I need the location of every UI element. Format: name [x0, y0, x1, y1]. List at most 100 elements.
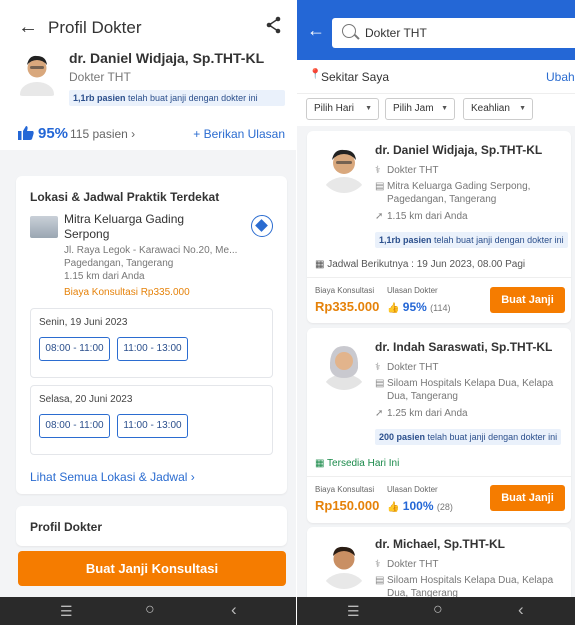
- filter-time-dropdown[interactable]: Pilih Jam ▼: [385, 98, 455, 120]
- review-score: 👍 95% (114): [387, 300, 451, 314]
- patient-count-badge: 1,1rb pasien telah buat janji dengan dok…: [69, 90, 285, 106]
- schedule-day: Selasa, 20 Juni 2023 08:00 - 11:00 11:00…: [30, 385, 273, 455]
- see-all-locations-link[interactable]: Lihat Semua Lokasi & Jadwal ›: [30, 470, 195, 484]
- calendar-icon: ▦: [315, 259, 328, 270]
- time-slot-button[interactable]: 11:00 - 13:00: [117, 337, 188, 361]
- rating-patient-count[interactable]: 115 pasien ›: [70, 127, 135, 141]
- book-consultation-button[interactable]: Buat Janji Konsultasi: [18, 551, 286, 586]
- doctor-name: dr. Daniel Widjaja, Sp.THT-KL: [69, 50, 265, 66]
- search-icon: [342, 24, 356, 38]
- calendar-icon: ▦: [315, 458, 328, 469]
- hospital-line-1: ▤ Siloam Hospitals Kelapa Dua, Kelapa: [375, 575, 554, 586]
- hospital-line-1: ▤ Siloam Hospitals Kelapa Dua, Kelapa: [375, 378, 554, 389]
- day-label: Selasa, 20 Juni 2023: [39, 394, 133, 405]
- thumbs-up-icon: 👍: [387, 502, 400, 513]
- search-input[interactable]: [365, 24, 565, 42]
- distance-text: 1.15 km dari Anda: [64, 271, 145, 282]
- chevron-down-icon: ▼: [441, 105, 448, 112]
- consultation-price: Rp150.000: [315, 498, 380, 513]
- back-chevron-icon[interactable]: ‹: [518, 600, 524, 620]
- doctor-avatar: [17, 48, 57, 96]
- hospital-line-2: Dua, Tangerang: [387, 391, 458, 402]
- android-nav-bar: ☰ ○ ‹: [297, 597, 575, 625]
- section-title: Lokasi & Jadwal Praktik Terdekat: [30, 190, 220, 204]
- doctor-profile-section: Profil Dokter: [16, 506, 287, 546]
- doctor-avatar: [319, 537, 369, 589]
- doctor-card[interactable]: dr. Indah Saraswati, Sp.THT-KL ⚕ Dokter T…: [307, 328, 571, 523]
- time-slot-button[interactable]: 08:00 - 11:00: [39, 337, 110, 361]
- doctor-avatar: [319, 338, 369, 390]
- give-review-link[interactable]: + Berikan Ulasan: [193, 127, 285, 141]
- doctor-specialty: ⚕ Dokter THT: [375, 165, 439, 176]
- filter-row: Pilih Hari ▼ Pilih Jam ▼ Keahlian ▼: [297, 94, 575, 126]
- navigation-direction-icon[interactable]: [251, 215, 273, 237]
- price-label: Biaya Konsultasi: [315, 485, 375, 494]
- day-label: Senin, 19 Juni 2023: [39, 317, 128, 328]
- back-arrow-icon[interactable]: ←: [307, 20, 325, 41]
- doctor-search-screen: ← 📍 Sekitar Saya Ubah Pilih Hari▼ Pilih …: [297, 0, 575, 625]
- consultation-fee: Biaya Konsultasi Rp335.000: [64, 287, 190, 298]
- home-circle-icon[interactable]: ○: [145, 601, 155, 619]
- time-slot-button[interactable]: 08:00 - 11:00: [39, 414, 110, 438]
- thumbs-up-icon: [18, 126, 34, 140]
- filter-day-dropdown[interactable]: Pilih Hari ▼: [306, 98, 379, 120]
- rating-percent: 95%: [38, 125, 69, 142]
- stethoscope-icon: ⚕: [375, 559, 381, 570]
- rating-row: 95% 115 pasien › + Berikan Ulasan: [0, 118, 296, 150]
- practice-schedule-card: Lokasi & Jadwal Praktik Terdekat Mitra K…: [16, 176, 287, 494]
- next-schedule: ▦ Jadwal Berikutnya : 19 Jun 2023, 08.00…: [315, 259, 526, 270]
- patient-count-badge: 1,1rb pasien telah buat janji dengan dok…: [375, 232, 568, 248]
- hospital-icon: ▤: [375, 378, 385, 389]
- thumbs-up-icon: 👍: [387, 303, 400, 314]
- doctor-profile-screen: ← Profil Dokter dr. Daniel Widjaja, Sp.T…: [0, 0, 296, 625]
- navigation-arrow-icon: ➚: [375, 211, 384, 222]
- hospital-icon: ▤: [375, 575, 385, 586]
- page-title: Profil Dokter: [48, 18, 142, 37]
- consultation-price: Rp335.000: [315, 299, 380, 314]
- search-header: ←: [297, 0, 575, 60]
- android-nav-bar: ☰ ○ ‹: [0, 597, 296, 625]
- location-row: 📍 Sekitar Saya Ubah: [297, 60, 575, 94]
- menu-icon[interactable]: ☰: [60, 603, 73, 620]
- menu-icon[interactable]: ☰: [347, 603, 360, 620]
- location-label: Sekitar Saya: [321, 70, 390, 84]
- doctor-name: dr. Indah Saraswati, Sp.THT-KL: [375, 340, 553, 354]
- availability-text: ▦ Tersedia Hari Ini: [315, 458, 400, 469]
- time-slot-button[interactable]: 11:00 - 13:00: [117, 414, 188, 438]
- review-score: 👍 100% (28): [387, 499, 453, 513]
- doctor-name: dr. Daniel Widjaja, Sp.THT-KL: [375, 143, 543, 157]
- doctor-specialty: Dokter THT: [69, 70, 131, 84]
- chevron-down-icon: ▼: [519, 105, 526, 112]
- doctor-specialty: ⚕ Dokter THT: [375, 559, 439, 570]
- hospital-icon: ▤: [375, 181, 385, 192]
- review-label: Ulasan Dokter: [387, 286, 438, 295]
- schedule-day: Senin, 19 Juni 2023 08:00 - 11:00 11:00 …: [30, 308, 273, 378]
- doctor-card[interactable]: dr. Daniel Widjaja, Sp.THT-KL ⚕ Dokter TH…: [307, 131, 571, 323]
- location-pin-icon: 📍: [309, 69, 322, 80]
- doctor-name: dr. Michael, Sp.THT-KL: [375, 537, 506, 551]
- distance-text: ➚ 1.15 km dari Anda: [375, 211, 468, 222]
- stethoscope-icon: ⚕: [375, 165, 381, 176]
- back-arrow-icon[interactable]: ←: [18, 16, 38, 39]
- book-appointment-button[interactable]: Buat Janji: [490, 485, 565, 511]
- filter-specialty-dropdown[interactable]: Keahlian ▼: [463, 98, 533, 120]
- navigation-arrow-icon: ➚: [375, 408, 384, 419]
- review-label: Ulasan Dokter: [387, 485, 438, 494]
- search-box[interactable]: [332, 18, 575, 48]
- hospital-image: [30, 216, 58, 238]
- distance-text: ➚ 1.25 km dari Anda: [375, 408, 468, 419]
- hospital-line-1: ▤ Mitra Keluarga Gading Serpong,: [375, 181, 531, 192]
- hospital-name: Mitra Keluarga Gading Serpong: [64, 212, 185, 241]
- change-location-link[interactable]: Ubah: [546, 70, 575, 84]
- address-line-1: Jl. Raya Legok - Karawaci No.20, Me...: [64, 245, 238, 256]
- section-title: Profil Dokter: [30, 520, 103, 534]
- share-icon[interactable]: [266, 16, 282, 34]
- hospital-line-2: Pagedangan, Tangerang: [387, 194, 497, 205]
- doctor-specialty: ⚕ Dokter THT: [375, 362, 439, 373]
- price-label: Biaya Konsultasi: [315, 286, 375, 295]
- book-appointment-button[interactable]: Buat Janji: [490, 287, 565, 313]
- stethoscope-icon: ⚕: [375, 362, 381, 373]
- chevron-down-icon: ▼: [365, 105, 372, 112]
- home-circle-icon[interactable]: ○: [433, 601, 443, 619]
- back-chevron-icon[interactable]: ‹: [231, 600, 237, 620]
